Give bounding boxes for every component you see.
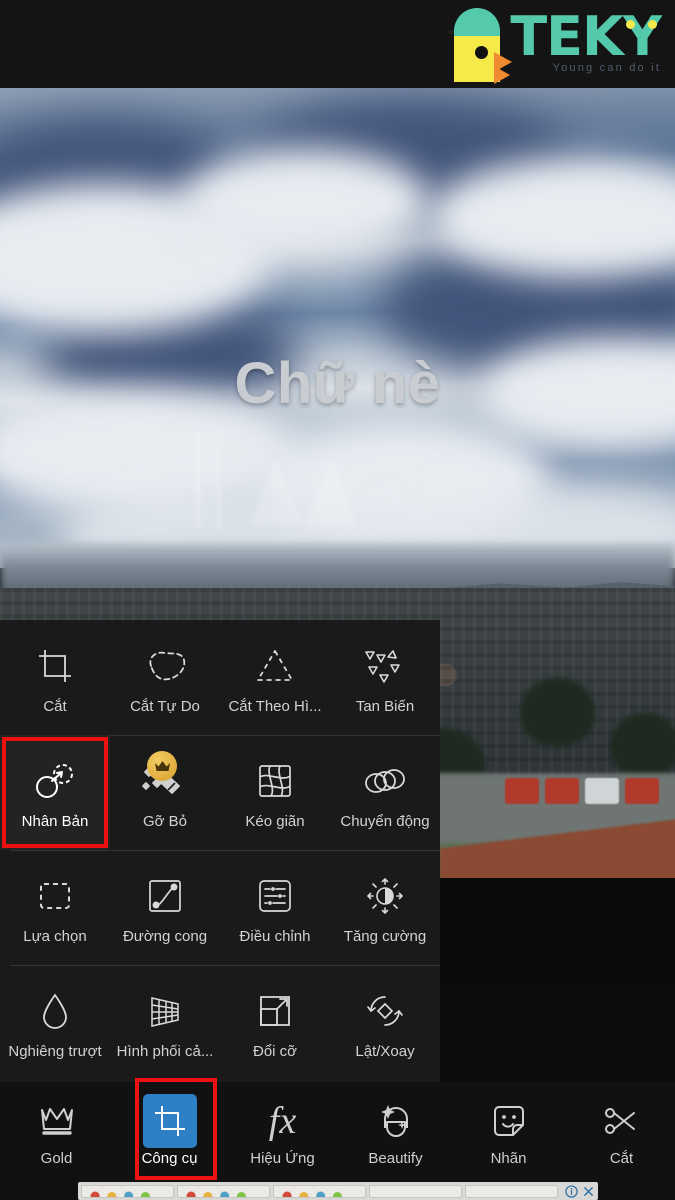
- fx-icon: fx: [268, 1099, 297, 1142]
- cut-icon: [601, 1096, 643, 1146]
- tool-label: Tăng cường: [343, 928, 427, 945]
- nav-label: Cắt: [609, 1149, 634, 1167]
- teky-bird-logo-icon: [444, 8, 513, 84]
- nav-item-cat[interactable]: Cắt: [565, 1082, 675, 1180]
- tool-dieu-chinh[interactable]: Điều chỉnh: [220, 850, 330, 965]
- tools-row: Nhân Bản Gỡ Bỏ Kéo giãn Chuyển động: [0, 735, 440, 850]
- remove-eraser-icon: [139, 751, 191, 807]
- tool-cat-tu-do[interactable]: Cắt Tự Do: [110, 620, 220, 735]
- tool-hinh-phoi-canh[interactable]: Hình phối cả...: [110, 965, 220, 1080]
- freeform-crop-icon: [142, 640, 188, 692]
- tool-label: Kéo giãn: [245, 813, 305, 830]
- flip-rotate-icon: [362, 985, 408, 1037]
- clone-stamp-icon: [32, 755, 78, 807]
- tools-row: Lựa chọn Đường cong Điều chỉnh Tăng cườn…: [0, 850, 440, 965]
- tool-label: Chuyển động: [340, 813, 430, 830]
- close-icon[interactable]: [582, 1185, 595, 1198]
- tool-label: Nhân Bản: [21, 813, 89, 830]
- perspective-grid-icon: [142, 985, 188, 1037]
- tool-go-bo[interactable]: Gỡ Bỏ: [110, 735, 220, 850]
- premium-crown-badge: [147, 751, 177, 781]
- tool-label: Hình phối cả...: [116, 1043, 214, 1060]
- ad-thumbnail[interactable]: [369, 1184, 462, 1198]
- header-logo-bar: TEKY Young can do it: [0, 0, 675, 88]
- tool-label: Điều chỉnh: [239, 928, 311, 945]
- tool-duong-cong[interactable]: Đường cong: [110, 850, 220, 965]
- tools-row: Cắt Cắt Tự Do Cắt Theo Hì... Tan Biến: [0, 620, 440, 735]
- crop-icon: [33, 640, 77, 692]
- beautify-face-icon: [374, 1096, 418, 1146]
- tool-label: Cắt Tự Do: [130, 698, 200, 715]
- tool-chuyen-dong[interactable]: Chuyển động: [330, 735, 440, 850]
- photo-editor-screen: TEKY Young can do it Chữ nè Cắt Cắt Tự D…: [0, 0, 675, 1200]
- nav-label: Hiệu Ứng: [250, 1149, 315, 1167]
- tool-label: Nghiêng trượt: [8, 1043, 102, 1060]
- dispersion-icon: [361, 640, 409, 692]
- ad-banner[interactable]: [0, 1180, 675, 1200]
- stretch-grid-icon: [253, 755, 297, 807]
- nav-item-nhan[interactable]: Nhãn: [452, 1082, 565, 1180]
- tool-label: Cắt Theo Hì...: [228, 698, 322, 715]
- tool-doi-co[interactable]: Đổi cỡ: [220, 965, 330, 1080]
- logo-name: TEKY: [510, 5, 662, 68]
- tool-tang-cuong[interactable]: Tăng cường: [330, 850, 440, 965]
- tools-panel: Cắt Cắt Tự Do Cắt Theo Hì... Tan Biến Nh…: [0, 620, 440, 1082]
- tilt-shift-drop-icon: [35, 985, 75, 1037]
- tool-cat[interactable]: Cắt: [0, 620, 110, 735]
- tool-label: Đổi cỡ: [252, 1043, 297, 1060]
- nav-label: Công cụ: [141, 1149, 198, 1167]
- info-icon[interactable]: [565, 1184, 578, 1198]
- tool-lua-chon[interactable]: Lựa chọn: [0, 850, 110, 965]
- teky-logo: TEKY Young can do it: [444, 4, 662, 88]
- tool-label: Cắt: [43, 698, 67, 715]
- selection-marquee-icon: [33, 870, 77, 922]
- nav-label: Nhãn: [490, 1149, 527, 1167]
- ad-banner-content[interactable]: [78, 1182, 598, 1200]
- adjust-sliders-icon: [253, 870, 297, 922]
- nav-item-gold[interactable]: Gold: [0, 1082, 113, 1180]
- enhance-brightness-icon: [362, 870, 408, 922]
- tool-nghieng-truot[interactable]: Nghiêng trượt: [0, 965, 110, 1080]
- ad-thumbnail[interactable]: [465, 1184, 558, 1198]
- crown-icon: [34, 1096, 80, 1146]
- tool-label: Tan Biến: [355, 698, 415, 715]
- tool-label: Lật/Xoay: [355, 1043, 415, 1060]
- nav-label: Gold: [40, 1149, 73, 1167]
- resize-icon: [253, 985, 297, 1037]
- sticker-icon: [488, 1096, 530, 1146]
- nav-item-cong-cu[interactable]: Công cụ: [113, 1078, 226, 1180]
- ad-thumbnail[interactable]: [81, 1184, 174, 1198]
- nav-item-hieu-ung[interactable]: fx Hiệu Ứng: [226, 1082, 339, 1180]
- tool-label: Lựa chọn: [23, 928, 87, 945]
- curves-icon: [143, 870, 187, 922]
- motion-icon: [361, 755, 409, 807]
- canvas-text-layer[interactable]: Chữ nè: [0, 350, 675, 417]
- shape-crop-icon: [253, 640, 297, 692]
- nav-label: Beautify: [368, 1149, 423, 1167]
- tool-label: Đường cong: [122, 928, 208, 945]
- nav-item-beautify[interactable]: Beautify: [339, 1082, 452, 1180]
- logo-wordmark: TEKY Young can do it: [510, 5, 662, 75]
- logo-tagline: Young can do it: [552, 62, 661, 74]
- tool-cat-theo-hinh[interactable]: Cắt Theo Hì...: [220, 620, 330, 735]
- ad-thumbnail[interactable]: [273, 1184, 366, 1198]
- tools-row: Nghiêng trượt Hình phối cả... Đổi cỡ Lật…: [0, 965, 440, 1080]
- tool-lat-xoay[interactable]: Lật/Xoay: [330, 965, 440, 1080]
- tool-nhan-ban[interactable]: Nhân Bản: [0, 735, 110, 850]
- ad-thumbnail[interactable]: [177, 1184, 270, 1198]
- tool-keo-gian[interactable]: Kéo giãn: [220, 735, 330, 850]
- tools-crop-icon: [142, 1093, 197, 1148]
- tool-label: Gỡ Bỏ: [142, 813, 188, 830]
- tool-tan-bien[interactable]: Tan Biến: [330, 620, 440, 735]
- bottom-toolbar: Gold Công cụ fx Hiệu Ứng Beautify Nhãn C…: [0, 1078, 675, 1180]
